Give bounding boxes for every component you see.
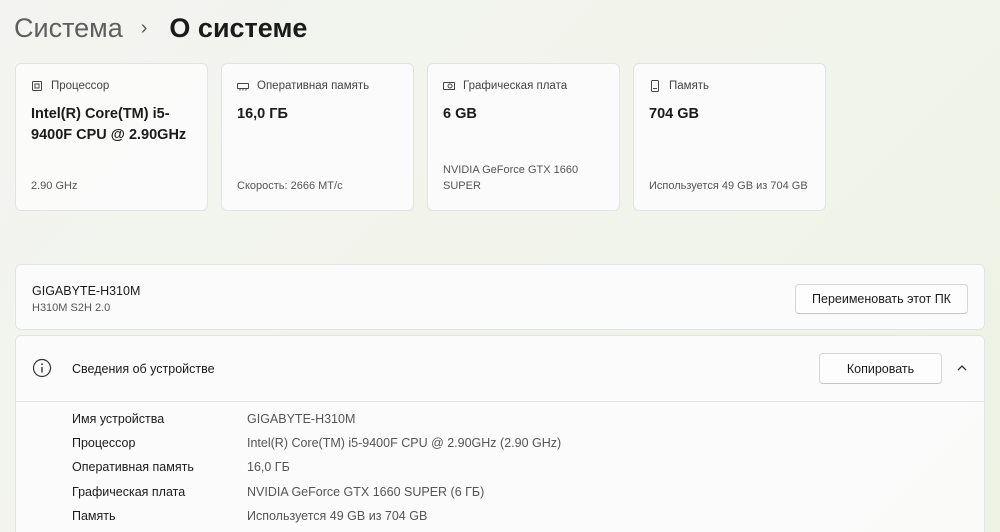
- card-subtext: Скорость: 2666 МТ/с: [237, 180, 343, 192]
- spec-row: Графическая плата NVIDIA GeForce GTX 166…: [72, 482, 484, 502]
- memory-icon: [237, 80, 249, 92]
- spec-value: 16,0 ГБ: [247, 460, 290, 474]
- spec-value: GIGABYTE-H310M: [247, 412, 356, 426]
- info-icon: [32, 358, 52, 378]
- device-name: GIGABYTE-H310M: [32, 284, 141, 298]
- spec-label: Процессор: [72, 436, 136, 450]
- gpu-icon: [443, 80, 455, 92]
- spec-label: Оперативная память: [72, 460, 194, 474]
- card-label: Графическая плата: [463, 80, 568, 92]
- card-subtext: 2.90 GHz: [31, 180, 78, 192]
- spec-row: Процессор Intel(R) Core(TM) i5-9400F CPU…: [72, 433, 561, 453]
- spec-value: Intel(R) Core(TM) i5-9400F CPU @ 2.90GHz…: [247, 436, 562, 450]
- card-graphics: Графическая плата 6 GB NVIDIA GeForce GT…: [427, 63, 620, 211]
- breadcrumb: Система › О системе: [14, 10, 307, 46]
- card-subtext: NVIDIA GeForce GTX 1660 SUPER: [443, 164, 579, 192]
- device-specifications-header[interactable]: Сведения об устройстве Копировать: [16, 336, 984, 402]
- card-subtext: Используется 49 GB из 704 GB: [649, 180, 808, 192]
- card-label: Процессор: [51, 80, 110, 92]
- spec-row: Имя устройства GIGABYTE-H310M: [72, 409, 355, 429]
- device-specifications-panel: Сведения об устройстве Копировать Имя ус…: [15, 335, 985, 532]
- spec-row: Память Используется 49 GB из 704 GB: [72, 506, 427, 526]
- summary-cards: Процессор Intel(R) Core(TM) i5-9400F CPU…: [15, 63, 826, 211]
- copy-button[interactable]: Копировать: [819, 353, 942, 384]
- rename-pc-button[interactable]: Переименовать этот ПК: [795, 284, 968, 314]
- device-model: H310M S2H 2.0: [32, 302, 111, 314]
- card-ram: Оперативная память 16,0 ГБ Скорость: 266…: [221, 63, 414, 211]
- page-title: О системе: [169, 12, 308, 43]
- spec-label: Имя устройства: [72, 412, 165, 426]
- card-storage: Память 704 GB Используется 49 GB из 704 …: [633, 63, 826, 211]
- card-value: 16,0 ГБ: [237, 106, 288, 122]
- card-processor: Процессор Intel(R) Core(TM) i5-9400F CPU…: [15, 63, 208, 211]
- card-value: 704 GB: [649, 106, 699, 122]
- chevron-up-icon[interactable]: [952, 358, 972, 378]
- device-name-row: GIGABYTE-H310M H310M S2H 2.0 Переименова…: [15, 264, 985, 330]
- breadcrumb-parent-system[interactable]: Система: [14, 13, 123, 44]
- cpu-icon: [31, 80, 43, 92]
- spec-value: NVIDIA GeForce GTX 1660 SUPER (6 ГБ): [247, 485, 485, 499]
- card-value: 6 GB: [443, 106, 477, 122]
- spec-value: Используется 49 GB из 704 GB: [247, 509, 428, 523]
- card-label: Память: [669, 80, 710, 92]
- card-label: Оперативная память: [257, 80, 370, 92]
- card-value: Intel(R) Core(TM) i5-9400F CPU @ 2.90GHz: [31, 106, 187, 143]
- device-specifications-title: Сведения об устройстве: [72, 362, 215, 376]
- storage-icon: [649, 80, 661, 92]
- spec-label: Графическая плата: [72, 485, 186, 499]
- breadcrumb-separator-icon: ›: [140, 16, 148, 39]
- spec-label: Память: [72, 509, 116, 523]
- spec-row: Оперативная память 16,0 ГБ: [72, 457, 290, 477]
